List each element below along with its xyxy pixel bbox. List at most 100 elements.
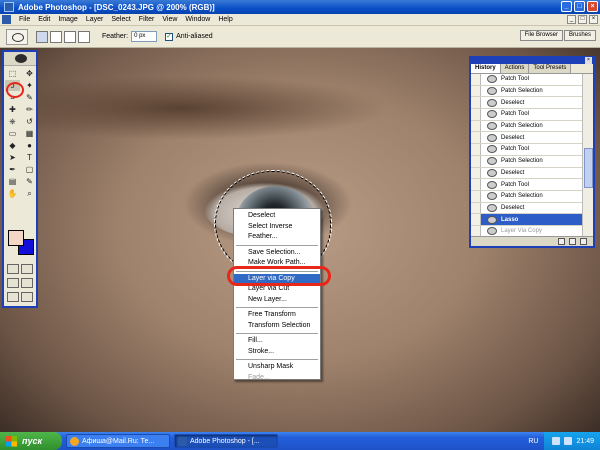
history-scroll-thumb[interactable] [584, 148, 593, 188]
history-brush-source-box[interactable] [471, 225, 481, 236]
start-button[interactable]: пуск [0, 432, 62, 450]
minimize-button[interactable]: _ [561, 1, 572, 12]
jump-to-imageready-icon[interactable] [7, 292, 19, 302]
menu-help[interactable]: Help [214, 16, 236, 23]
taskbar-item-photoshop[interactable]: Adobe Photoshop - [... [174, 434, 278, 448]
healing-tool-icon[interactable]: ✚ [5, 104, 20, 115]
menu-window[interactable]: Window [181, 16, 214, 23]
zoom-tool-icon[interactable]: ⌕ [22, 188, 37, 199]
palette-title-bar[interactable]: × [471, 57, 593, 64]
menu-filter[interactable]: Filter [135, 16, 159, 23]
history-brush-source-box[interactable] [471, 109, 481, 120]
history-state-row[interactable]: Patch Tool [471, 144, 583, 156]
history-brush-source-box[interactable] [471, 144, 481, 155]
context-menu-item[interactable]: Unsharp Mask [234, 362, 320, 373]
history-state-row[interactable]: Layer Via Copy [471, 225, 583, 236]
volume-icon[interactable] [552, 437, 561, 445]
add-selection-mode-button[interactable] [50, 30, 62, 43]
tab-tool-presets[interactable]: Tool Presets [529, 64, 572, 73]
history-state-row[interactable]: Lasso [471, 214, 583, 226]
path-select-tool-icon[interactable]: ➤ [5, 152, 20, 163]
shape-tool-icon[interactable]: ▢ [22, 164, 37, 175]
history-state-row[interactable]: Deselect [471, 132, 583, 145]
menu-edit[interactable]: Edit [34, 16, 54, 23]
history-brush-source-box[interactable] [471, 214, 481, 225]
palette-close-icon[interactable]: × [585, 57, 592, 64]
history-state-row[interactable]: Deselect [471, 202, 583, 215]
full-screen-mode-icon[interactable] [21, 278, 33, 288]
brushes-tab[interactable]: Brushes [563, 30, 596, 41]
trash-icon[interactable] [580, 238, 587, 245]
doc-minimize-button[interactable]: _ [567, 15, 576, 24]
gradient-tool-icon[interactable]: ▦ [22, 128, 37, 139]
feather-input[interactable]: 0 px [131, 31, 158, 42]
menu-file[interactable]: File [15, 16, 34, 23]
history-state-row[interactable]: Patch Selection [471, 190, 583, 203]
blur-tool-icon[interactable]: ◆ [5, 140, 20, 151]
close-button[interactable]: × [587, 1, 598, 12]
subtract-selection-mode-button[interactable] [64, 30, 76, 43]
type-tool-icon[interactable]: T [22, 152, 37, 163]
history-brush-source-box[interactable] [471, 179, 481, 190]
context-menu-item[interactable]: Select Inverse [234, 222, 320, 233]
anti-aliased-checkbox[interactable]: ✓ [165, 32, 174, 41]
history-brush-source-box[interactable] [471, 155, 481, 167]
context-menu-item[interactable]: Fill... [234, 336, 320, 347]
history-brush-source-box[interactable] [471, 190, 481, 202]
quick-mask-mode-icon[interactable] [21, 264, 33, 274]
history-state-row[interactable]: Deselect [471, 167, 583, 180]
tab-history[interactable]: History [471, 64, 501, 73]
context-menu-item[interactable]: New Layer... [234, 295, 320, 306]
window-title-bar[interactable]: Adobe Photoshop - [DSC_0243.JPG @ 200% (… [0, 0, 600, 14]
menu-image[interactable]: Image [54, 16, 81, 23]
hand-tool-icon[interactable]: ✋ [5, 188, 20, 199]
notes-tool-icon[interactable]: ▤ [5, 176, 20, 187]
history-brush-tool-icon[interactable]: ↺ [22, 116, 37, 127]
history-brush-source-box[interactable] [471, 120, 481, 132]
network-icon[interactable] [564, 437, 573, 445]
intersect-selection-mode-button[interactable] [78, 30, 90, 43]
history-state-row[interactable]: Patch Tool [471, 179, 583, 191]
history-brush-source-box[interactable] [471, 97, 481, 109]
new-selection-mode-button[interactable] [36, 30, 48, 43]
dodge-tool-icon[interactable]: ● [22, 140, 37, 151]
history-brush-source-box[interactable] [471, 74, 481, 85]
tool-preset-picker[interactable] [6, 28, 28, 45]
new-document-from-state-icon[interactable] [558, 238, 565, 245]
pen-tool-icon[interactable]: ✒ [5, 164, 20, 175]
marquee-tool-icon[interactable]: ⬚ [5, 68, 20, 79]
toolbox-header-logo[interactable] [4, 52, 36, 66]
context-menu-item[interactable]: Free Transform [234, 310, 320, 321]
language-indicator[interactable]: RU [528, 438, 544, 445]
document-icon[interactable] [2, 15, 11, 24]
history-brush-source-box[interactable] [471, 85, 481, 97]
brush-tool-icon[interactable]: ✏ [22, 104, 37, 115]
menu-layer[interactable]: Layer [82, 16, 108, 23]
menu-view[interactable]: View [158, 16, 181, 23]
history-state-row[interactable]: Patch Selection [471, 120, 583, 133]
context-menu-item[interactable]: Feather... [234, 232, 320, 243]
move-tool-icon[interactable]: ✥ [22, 68, 37, 79]
stamp-tool-icon[interactable]: ⎈ [5, 116, 20, 127]
history-state-row[interactable]: Patch Tool [471, 109, 583, 121]
maximize-button[interactable]: □ [574, 1, 585, 12]
taskbar-item-browser[interactable]: Афиша@Mail.Ru: Те... [66, 434, 170, 448]
standard-screen-mode-icon[interactable] [7, 278, 19, 288]
history-state-row[interactable]: Patch Selection [471, 85, 583, 98]
file-browser-tab[interactable]: File Browser [519, 30, 563, 41]
doc-restore-button[interactable]: □ [578, 15, 587, 24]
menu-select[interactable]: Select [107, 16, 134, 23]
context-menu-item[interactable]: Save Selection... [234, 248, 320, 259]
history-brush-source-box[interactable] [471, 202, 481, 214]
slice-tool-icon[interactable]: ✎ [22, 92, 37, 103]
context-menu-item[interactable]: Transform Selection [234, 321, 320, 332]
history-brush-source-box[interactable] [471, 132, 481, 144]
context-menu-item[interactable]: Stroke... [234, 347, 320, 358]
history-state-row[interactable]: Patch Tool [471, 74, 583, 86]
context-menu-item[interactable]: Deselect [234, 211, 320, 222]
history-state-row[interactable]: Patch Selection [471, 155, 583, 168]
history-state-row[interactable]: Deselect [471, 97, 583, 110]
doc-close-button[interactable]: × [589, 15, 598, 24]
eraser-tool-icon[interactable]: ▭ [5, 128, 20, 139]
history-scrollbar[interactable] [582, 74, 593, 236]
